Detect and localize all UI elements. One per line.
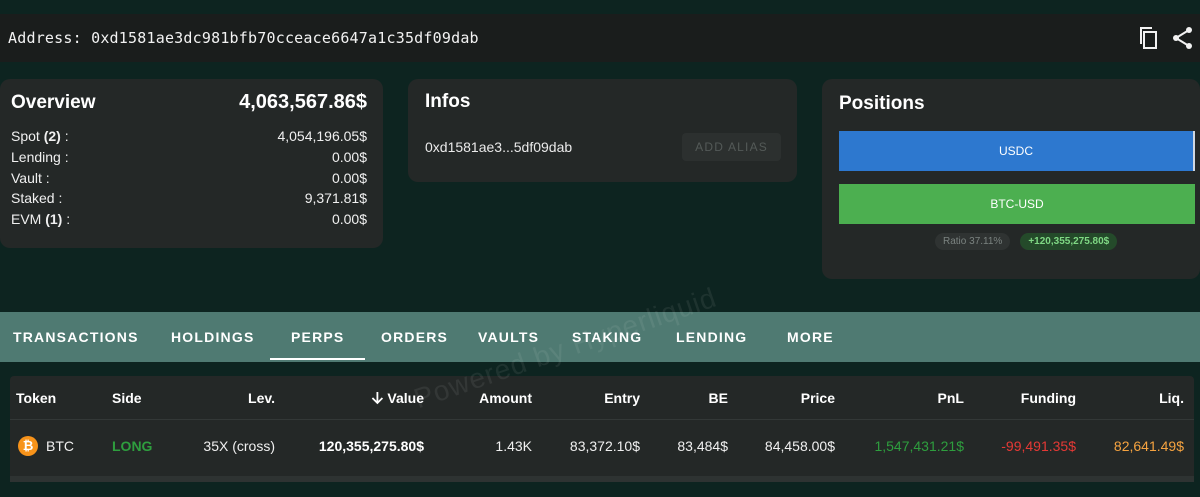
header-funding[interactable]: Funding [1021, 390, 1076, 406]
infos-title: Infos [425, 91, 471, 112]
table-divider [10, 419, 1194, 420]
pnl-chip: +120,355,275.80$ [1020, 233, 1118, 250]
overview-row-vault[interactable]: Vault : 0.00$ [11, 168, 367, 189]
address-bar: Address: 0xd1581ae3dc981bfb70cceace6647a… [0, 14, 1200, 62]
tab-more[interactable]: MORE [787, 312, 834, 362]
address-text: Address: 0xd1581ae3dc981bfb70cceace6647a… [8, 29, 479, 47]
tab-perps[interactable]: PERPS [269, 312, 367, 362]
header-price[interactable]: Price [801, 390, 835, 406]
arrow-down-icon [371, 392, 384, 405]
positions-title: Positions [839, 93, 925, 114]
position-bar-usdc[interactable]: USDC [839, 131, 1195, 171]
cell-entry: 83,372.10$ [569, 438, 640, 454]
header-be[interactable]: BE [709, 390, 728, 406]
overview-row-lending[interactable]: Lending : 0.00$ [11, 147, 367, 168]
perps-table: Token Side Lev. Value Amount Entry BE Pr… [10, 376, 1194, 482]
cell-price: 84,458.00$ [764, 438, 835, 454]
cell-pnl: 1,547,431.21$ [874, 438, 964, 454]
cell-token[interactable]: BTC [46, 438, 74, 454]
copy-icon[interactable] [1138, 26, 1160, 50]
cell-side: LONG [112, 438, 153, 454]
header-amount[interactable]: Amount [479, 390, 532, 406]
overview-title: Overview [11, 92, 96, 113]
header-liq[interactable]: Liq. [1159, 390, 1184, 406]
tab-staking[interactable]: STAKING [572, 312, 642, 362]
cell-funding: -99,491.35$ [1001, 438, 1076, 454]
share-icon[interactable] [1172, 26, 1194, 50]
tab-transactions[interactable]: TRANSACTIONS [13, 312, 139, 362]
position-bar-btc-usd[interactable]: BTC-USD [839, 184, 1195, 224]
infos-short-address: 0xd1581ae3...5df09dab [425, 139, 573, 155]
header-value[interactable]: Value [370, 390, 424, 406]
address-value[interactable]: 0xd1581ae3dc981bfb70cceace6647a1c35df09d… [91, 29, 479, 47]
header-entry[interactable]: Entry [604, 390, 640, 406]
cell-liq: 82,641.49$ [1113, 438, 1184, 454]
overview-row-staked[interactable]: Staked : 9,371.81$ [11, 188, 367, 209]
cell-value: 120,355,275.80$ [318, 438, 424, 454]
header-pnl[interactable]: PnL [938, 390, 964, 406]
tab-bar: TRANSACTIONS HOLDINGS PERPS ORDERS VAULT… [0, 312, 1200, 362]
ratio-chip: Ratio 37.11% [935, 233, 1011, 250]
cell-amount: 1.43K [495, 438, 532, 454]
header-lev[interactable]: Lev. [248, 390, 275, 406]
overview-row-evm[interactable]: EVM (1) : 0.00$ [11, 209, 367, 230]
tab-lending[interactable]: LENDING [676, 312, 747, 362]
overview-row-spot[interactable]: Spot (2) : 4,054,196.05$ [11, 126, 367, 147]
horizontal-scrollbar[interactable] [10, 476, 1194, 482]
tab-vaults[interactable]: VAULTS [478, 312, 539, 362]
tab-holdings[interactable]: HOLDINGS [171, 312, 255, 362]
add-alias-button[interactable]: ADD ALIAS [682, 133, 781, 161]
tab-orders[interactable]: ORDERS [381, 312, 448, 362]
overview-total: 4,063,567.86$ [239, 91, 367, 113]
header-token[interactable]: Token [16, 390, 56, 406]
address-actions [1138, 26, 1194, 50]
positions-card: Positions USDC BTC-USD Ratio 37.11% +120… [822, 79, 1200, 279]
header-side[interactable]: Side [112, 390, 142, 406]
bitcoin-icon: ₿ [18, 436, 38, 456]
overview-card: Overview 4,063,567.86$ Spot (2) : 4,054,… [0, 79, 383, 248]
cell-lev: 35X (cross) [203, 438, 275, 454]
cell-be: 83,484$ [677, 438, 728, 454]
infos-card: Infos 0xd1581ae3...5df09dab ADD ALIAS [408, 79, 797, 182]
